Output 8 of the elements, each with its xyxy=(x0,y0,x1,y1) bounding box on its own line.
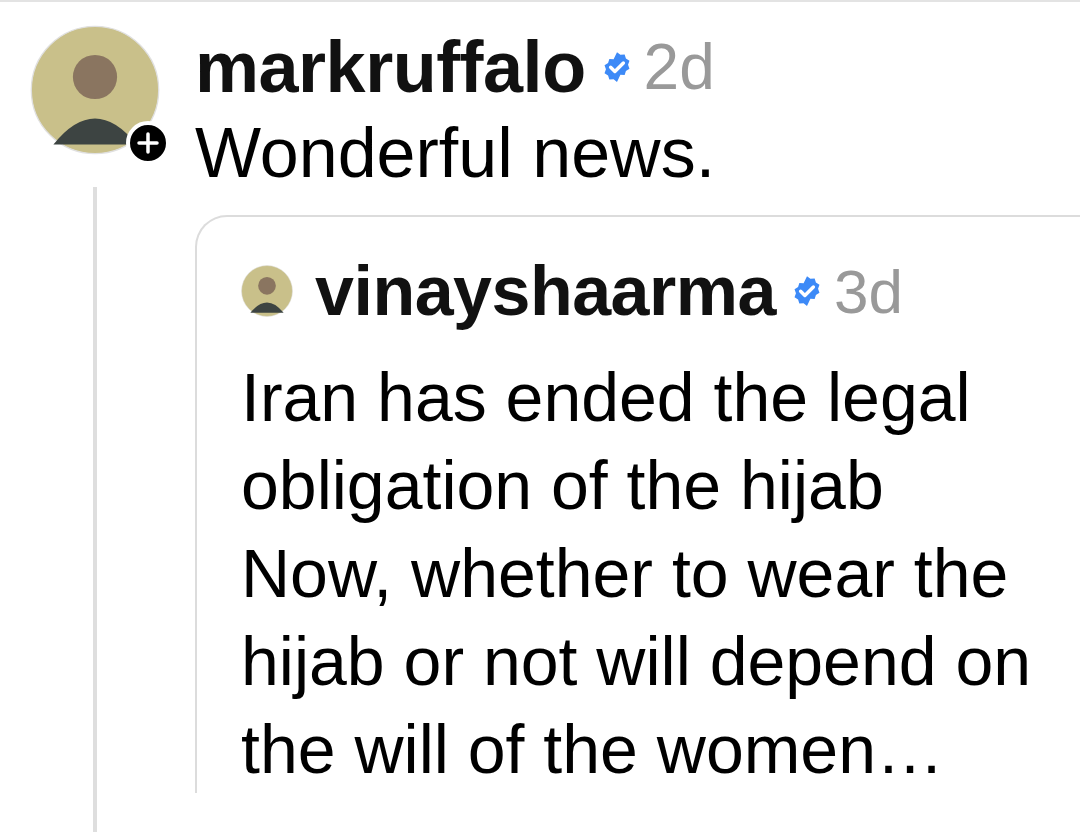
post-time: 2d xyxy=(643,30,715,104)
username[interactable]: vinayshaarma xyxy=(315,251,776,331)
username[interactable]: markruffalo xyxy=(195,26,586,108)
post-time: 3d xyxy=(833,255,903,327)
post-text: Wonderful news. xyxy=(195,113,717,194)
avatar-icon[interactable] xyxy=(241,265,293,317)
avatar-icon[interactable] xyxy=(30,25,160,155)
quoted-post-text: Iran has ended the legal obligation of the hijab Now, whether to wear the hijab or not will depend on the will of the women… xyxy=(241,358,1033,789)
